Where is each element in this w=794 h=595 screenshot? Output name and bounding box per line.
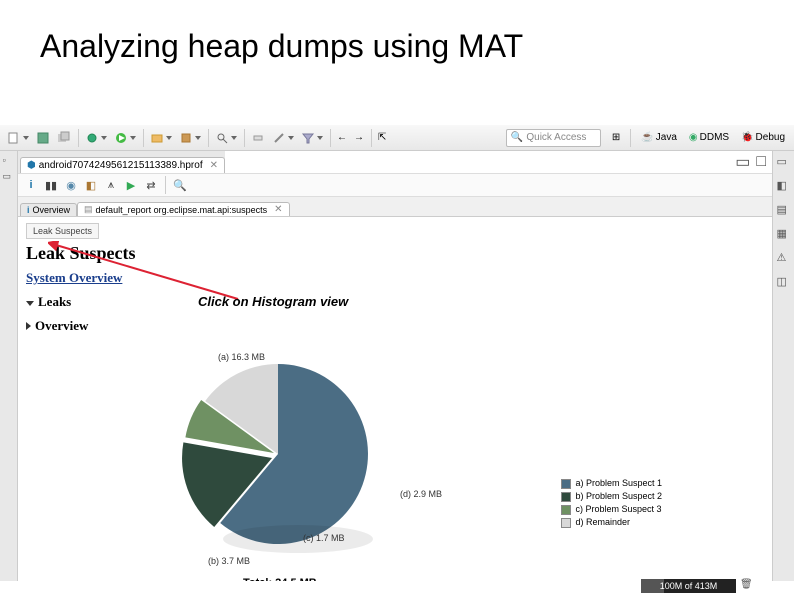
- debug-icon[interactable]: [82, 128, 110, 148]
- ide-window: ← → ⇱ 🔍Quick Access ⊞ ☕Java ◉DDMS 🐞Debug…: [0, 125, 794, 581]
- back-icon[interactable]: ←: [334, 128, 350, 148]
- left-trim: ▫ ▭: [0, 151, 18, 581]
- filter-icon[interactable]: [298, 128, 326, 148]
- run-gc-icon[interactable]: 🗑: [740, 579, 754, 593]
- mat-toolbar: i ▮▮ ◉ ◧ ⩚ ▶ ⇄ 🔍: [18, 173, 772, 197]
- perspective-java[interactable]: ☕Java: [636, 130, 682, 145]
- quick-access-input[interactable]: 🔍Quick Access: [506, 129, 601, 147]
- info-icon: i: [27, 205, 30, 215]
- legend-item: b) Problem Suspect 2: [561, 490, 662, 503]
- right-trim: ▭ ◧ ▤ ▦ ⚠ ◫: [772, 151, 794, 581]
- heap-status[interactable]: 100M of 413M: [641, 579, 736, 593]
- tasks-view-icon[interactable]: ▤: [777, 203, 791, 217]
- sub-tab-report[interactable]: ▤ default_report org.eclipse.mat.api:sus…: [77, 202, 290, 216]
- page-box-label: Leak Suspects: [26, 223, 99, 239]
- mat-sub-tabs: i Overview ▤ default_report org.eclipse.…: [18, 197, 772, 217]
- build-view-icon[interactable]: ▦: [777, 227, 791, 241]
- status-bar: 100M of 413M 🗑: [0, 579, 794, 593]
- minimize-view-icon[interactable]: ▫: [3, 155, 15, 167]
- annotation-label: Click on Histogram view: [198, 294, 348, 309]
- editor-tab-label: android7074249561215113389.hprof: [39, 160, 203, 171]
- properties-view-icon[interactable]: ◫: [777, 275, 791, 289]
- anchor-icon[interactable]: ⇱: [375, 128, 389, 148]
- run-report-icon[interactable]: ▶: [122, 176, 140, 194]
- sub-tab-overview[interactable]: i Overview: [20, 203, 77, 216]
- legend-item: d) Remainder: [561, 516, 662, 529]
- new-icon[interactable]: [4, 128, 32, 148]
- hprof-file-icon: ⬢: [27, 160, 36, 171]
- overview-heading[interactable]: Overview: [26, 318, 764, 334]
- main-toolbar: ← → ⇱ 🔍Quick Access ⊞ ☕Java ◉DDMS 🐞Debug: [0, 125, 794, 151]
- pie-chart: (a) 16.3 MB (d) 2.9 MB (c) 1.7 MB (b) 3.…: [108, 367, 608, 581]
- chart-legend: a) Problem Suspect 1 b) Problem Suspect …: [561, 477, 662, 529]
- system-overview-link[interactable]: System Overview: [26, 270, 764, 286]
- save-all-icon[interactable]: [54, 128, 74, 148]
- perspective-ddms[interactable]: ◉DDMS: [684, 130, 734, 145]
- save-icon[interactable]: [33, 128, 53, 148]
- report-content: Leak Suspects Leak Suspects System Overv…: [18, 217, 772, 581]
- wand-icon[interactable]: [269, 128, 297, 148]
- compare-icon[interactable]: ⇄: [142, 176, 160, 194]
- problems-view-icon[interactable]: ⚠: [777, 251, 791, 265]
- oql-icon[interactable]: ◧: [82, 176, 100, 194]
- restore-view-icon[interactable]: ▭: [3, 171, 15, 183]
- legend-item: c) Problem Suspect 3: [561, 503, 662, 516]
- overview-icon[interactable]: i: [22, 176, 40, 194]
- close-tab-icon[interactable]: ✕: [210, 160, 218, 171]
- toggle-icon[interactable]: [248, 128, 268, 148]
- histogram-icon[interactable]: ▮▮: [42, 176, 60, 194]
- editor-tabstrip: ⬢ android7074249561215113389.hprof ✕: [18, 151, 225, 173]
- find-icon[interactable]: 🔍: [171, 176, 189, 194]
- maximize-editor-icon[interactable]: □: [756, 153, 766, 171]
- perspective-debug[interactable]: 🐞Debug: [736, 130, 790, 145]
- restore-icon[interactable]: ▭: [777, 155, 791, 169]
- run-icon[interactable]: [111, 128, 139, 148]
- package-icon[interactable]: [176, 128, 204, 148]
- slice-label-b: (b) 3.7 MB: [208, 556, 250, 566]
- slide-title: Analyzing heap dumps using MAT: [0, 0, 794, 75]
- report-icon: ▤: [84, 204, 93, 215]
- slice-label-c: (c) 1.7 MB: [303, 533, 345, 543]
- leaks-heading[interactable]: Leaks: [26, 294, 764, 310]
- forward-icon[interactable]: →: [351, 128, 367, 148]
- slice-label-d: (d) 2.9 MB: [400, 489, 442, 499]
- thread-icon[interactable]: ⩚: [102, 176, 120, 194]
- outline-view-icon[interactable]: ◧: [777, 179, 791, 193]
- dominator-tree-icon[interactable]: ◉: [62, 176, 80, 194]
- legend-item: a) Problem Suspect 1: [561, 477, 662, 490]
- slice-label-a: (a) 16.3 MB: [218, 352, 265, 362]
- project-icon[interactable]: [147, 128, 175, 148]
- editor-tab-hprof[interactable]: ⬢ android7074249561215113389.hprof ✕: [20, 157, 225, 173]
- open-perspective-icon[interactable]: ⊞: [607, 130, 625, 145]
- page-title: Leak Suspects: [26, 243, 764, 264]
- minimize-editor-icon[interactable]: ▭: [735, 152, 750, 172]
- close-subtab-icon[interactable]: ✕: [274, 204, 282, 215]
- search-icon[interactable]: [212, 128, 240, 148]
